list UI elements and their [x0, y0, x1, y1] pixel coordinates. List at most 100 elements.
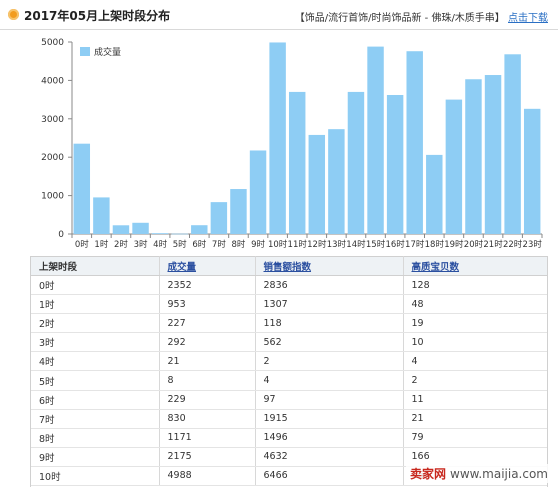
x-tick-label: 22时: [503, 239, 523, 250]
cell-volume: 8: [159, 370, 256, 391]
cell-sales-index: 2: [255, 351, 404, 372]
bar: [112, 225, 130, 234]
cell-quality-items: 19: [403, 313, 547, 334]
cell-time-slot: 1时: [31, 294, 160, 315]
y-tick-label: 4000: [41, 76, 64, 86]
cell-time-slot: 7时: [31, 409, 160, 429]
column-header-quality-items[interactable]: 高质宝贝数: [403, 256, 547, 276]
column-header-volume[interactable]: 成交量: [159, 256, 256, 276]
cell-sales-index: 118: [255, 313, 404, 334]
x-tick-label: 9时: [251, 239, 265, 250]
x-tick-label: 13时: [327, 239, 347, 250]
watermark-brand: 卖家网: [409, 467, 446, 481]
bar: [230, 189, 247, 234]
x-tick-label: 8时: [231, 239, 245, 250]
cell-quality-items: 4: [403, 351, 547, 372]
cell-sales-index: 2836: [255, 275, 404, 296]
cell-time-slot: 6时: [31, 390, 160, 410]
cell-time-slot: 0时: [31, 275, 160, 296]
cell-sales-index: 97: [255, 390, 404, 410]
cell-volume: 953: [159, 294, 256, 315]
bar: [367, 46, 384, 234]
y-tick-label: 3000: [41, 115, 64, 125]
breadcrumb-text: 【饰品/流行首饰/时尚饰品新 - 佛珠/木质手串】: [294, 13, 505, 24]
bar: [308, 134, 326, 234]
cell-sales-index: 562: [255, 332, 404, 353]
table-row: 2时 227 118 19: [31, 313, 547, 334]
column-header-sales-index[interactable]: 销售额指数: [255, 256, 404, 276]
bar: [249, 150, 267, 234]
cell-sales-index: 1915: [255, 409, 404, 429]
x-tick-label: 21时: [483, 239, 503, 250]
cell-quality-items: 11: [403, 390, 547, 410]
x-tick-label: 23时: [523, 239, 543, 250]
x-tick-label: 10时: [268, 239, 288, 250]
cell-quality-items: 128: [403, 275, 547, 296]
x-tick-label: 5时: [173, 239, 187, 250]
table-row: 1时 953 1307 48: [31, 294, 547, 315]
bar: [386, 94, 404, 234]
y-tick-label: 0: [58, 230, 64, 240]
x-tick-label: 7时: [212, 239, 226, 250]
cell-time-slot: 5时: [31, 370, 160, 391]
table-header-row: 上架时段 成交量 销售额指数 高质宝贝数: [31, 256, 547, 276]
cell-time-slot: 10时: [31, 466, 160, 487]
cell-time-slot: 2时: [31, 313, 160, 334]
cell-sales-index: 6466: [255, 466, 404, 487]
table-row: 7时 830 1915 21: [31, 409, 547, 429]
cell-quality-items: 21: [403, 409, 547, 429]
cell-quality-items: 48: [403, 294, 547, 315]
cell-volume: 21: [159, 351, 256, 372]
x-tick-label: 2时: [114, 239, 128, 250]
cell-volume: 2352: [159, 275, 256, 296]
download-link[interactable]: 点击下载: [508, 13, 548, 24]
x-tick-label: 16时: [385, 239, 405, 250]
watermark-logo: 卖家网 www.maijia.com: [405, 464, 552, 483]
bullet-icon: [8, 9, 19, 20]
bar: [269, 42, 286, 234]
legend-label: 成交量: [94, 46, 121, 58]
cell-volume: 229: [159, 390, 256, 410]
bar: [347, 91, 365, 234]
table-row: 4时 21 2 4: [31, 351, 547, 372]
bar: [151, 233, 169, 234]
bar: [210, 202, 228, 234]
cell-volume: 4988: [159, 466, 256, 487]
bar: [328, 129, 345, 234]
bar: [191, 225, 208, 234]
cell-sales-index: 4632: [255, 447, 404, 467]
panel-header: 2017年05月上架时段分布 【饰品/流行首饰/时尚饰品新 - 佛珠/木质手串】…: [0, 0, 558, 30]
x-tick-label: 1时: [94, 239, 108, 250]
category-breadcrumb: 【饰品/流行首饰/时尚饰品新 - 佛珠/木质手串】 点击下载: [295, 9, 548, 24]
x-tick-label: 0时: [75, 239, 89, 250]
x-tick-label: 19时: [444, 239, 464, 250]
data-table-container[interactable]: 上架时段 成交量 销售额指数 高质宝贝数 0时 2352 2836 128 1时 953…: [30, 256, 548, 487]
bar: [73, 143, 91, 234]
y-tick-label: 5000: [41, 38, 64, 48]
x-tick-label: 6时: [192, 239, 206, 250]
cell-time-slot: 8时: [31, 428, 160, 448]
cell-time-slot: 9时: [31, 447, 160, 467]
bar: [406, 51, 423, 234]
y-tick-label: 2000: [41, 153, 64, 163]
x-tick-label: 17时: [405, 239, 425, 250]
cell-quality-items: 10: [403, 332, 547, 353]
table-row: 8时 1171 1496 79: [31, 428, 547, 448]
cell-sales-index: 1496: [255, 428, 404, 448]
bar: [132, 222, 149, 234]
bar: [171, 233, 188, 235]
x-tick-label: 15时: [366, 239, 386, 250]
table-row: 5时 8 4 2: [31, 370, 547, 391]
cell-time-slot: 3时: [31, 332, 160, 353]
table-row: 0时 2352 2836 128: [31, 275, 547, 296]
x-tick-label: 14时: [346, 239, 366, 250]
bar: [504, 54, 521, 235]
legend-swatch: [80, 47, 90, 56]
bar-chart: 0 1000 2000 3000 4000 5000 0时 1时 2时 3时 4时 5时 6时 7时 8时 9…: [41, 38, 543, 250]
bar: [426, 154, 443, 234]
data-table: 上架时段 成交量 销售额指数 高质宝贝数 0时 2352 2836 128 1时 953…: [31, 256, 547, 487]
table-row: 3时 292 562 10: [31, 332, 547, 353]
x-tick-label: 11时: [288, 239, 308, 250]
x-tick-label: 4时: [153, 239, 167, 250]
watermark-site: www.maijia.com: [450, 467, 548, 481]
